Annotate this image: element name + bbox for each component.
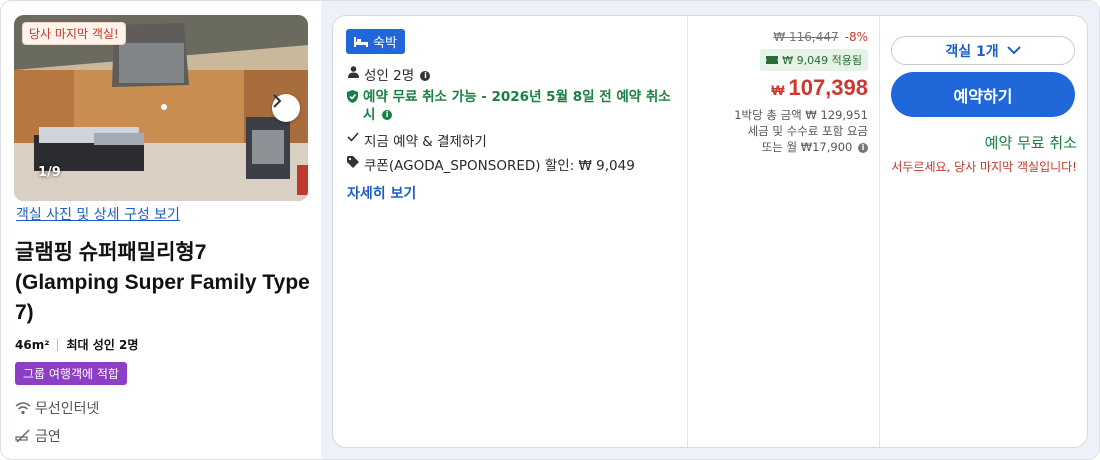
- amenity-no-smoking: 금연: [15, 426, 61, 446]
- coupon-applied-text: ₩ 9,049 적용됨: [782, 54, 862, 67]
- offer-pay-now: 지금 예약 & 결제하기: [347, 130, 487, 150]
- info-icon[interactable]: i: [858, 142, 868, 153]
- price-column: ₩ 116,447 -8% ₩ 9,049 적용됨 ₩107,398 1박당 총 …: [688, 16, 880, 447]
- info-icon[interactable]: i: [420, 71, 431, 81]
- final-price: ₩107,398: [771, 75, 868, 101]
- room-photo[interactable]: 당사 마지막 객실! 1/9: [14, 15, 308, 201]
- info-icon[interactable]: i: [382, 110, 393, 120]
- room-size: 46m²: [15, 337, 50, 352]
- chevron-right-icon: [273, 94, 282, 108]
- coupon-text: 쿠폰(AGODA_SPONSORED) 할인: ₩ 9,049: [364, 158, 635, 174]
- room-info-column: 당사 마지막 객실! 1/9 객실 사진 및 상세 구성 보기 글램핑 슈퍼패밀…: [1, 1, 321, 459]
- pay-now-text: 지금 예약 & 결제하기: [364, 134, 487, 150]
- book-button[interactable]: 예약하기: [891, 72, 1075, 117]
- person-icon: [347, 66, 359, 78]
- price-monthly: 또는 월 ₩17,900 i: [688, 139, 868, 155]
- group-travel-tag: 그룹 여행객에 적합: [15, 362, 127, 385]
- guests-label: 성인 2명: [364, 68, 415, 84]
- no-smoking-icon: [15, 429, 30, 443]
- room-count-label: 객실 1개: [945, 43, 999, 60]
- amenity-no-smoking-label: 금연: [35, 429, 61, 445]
- stay-type-label: 숙박: [373, 36, 397, 51]
- coupon-applied-badge: ₩ 9,049 적용됨: [760, 49, 868, 71]
- room-title: 글램핑 슈퍼패밀리형7 (Glamping Super Family Type …: [15, 241, 310, 324]
- photo-counter: 1/9: [38, 165, 61, 180]
- last-room-badge: 당사 마지막 객실!: [22, 22, 126, 45]
- price-monthly-text: 또는 월 ₩17,900: [761, 140, 853, 154]
- original-price-value: ₩ 116,447: [773, 30, 839, 44]
- offer-cancel-policy: 예약 무료 취소 가능 - 2026년 5월 8일 전 예약 취소 시 i: [347, 88, 677, 124]
- amenity-wifi: 무선인터넷: [15, 398, 99, 418]
- meta-divider: [57, 338, 59, 351]
- offer-card: 숙박 성인 2명 i 예약 무료 취소 가능 - 2026년 5월 8일 전 예…: [332, 15, 1088, 448]
- room-max-guests: 최대 성인 2명: [66, 338, 139, 352]
- bed-icon: [354, 36, 368, 47]
- room-meta: 46m² 최대 성인 2명: [15, 336, 138, 353]
- booking-column: 객실 1개 예약하기 예약 무료 취소 서두르세요, 당사 마지막 객실입니다!: [880, 16, 1087, 447]
- room-count-select[interactable]: 객실 1개: [891, 36, 1075, 65]
- tag-icon: [347, 156, 359, 168]
- original-price: ₩ 116,447 -8%: [773, 30, 868, 44]
- check-icon: [347, 132, 359, 142]
- currency-symbol: ₩: [771, 82, 785, 98]
- wifi-icon: [15, 402, 31, 415]
- more-details-link[interactable]: 자세히 보기: [347, 183, 416, 203]
- free-cancel-label: 예약 무료 취소: [984, 134, 1077, 152]
- stay-type-badge: 숙박: [346, 29, 405, 54]
- shield-check-icon: [347, 90, 359, 103]
- next-photo-button[interactable]: [272, 94, 300, 122]
- discount-percent: -8%: [844, 30, 868, 44]
- offer-guests: 성인 2명 i: [347, 64, 431, 84]
- ticket-icon: [766, 56, 779, 64]
- price-note: 1박당 총 금액 ₩ 129,951 세금 및 수수료 포함 요금 또는 월 ₩…: [688, 107, 868, 155]
- room-photos-link[interactable]: 객실 사진 및 상세 구성 보기: [16, 204, 180, 224]
- offer-coupon: 쿠폰(AGODA_SPONSORED) 할인: ₩ 9,049: [347, 154, 635, 174]
- cancel-policy-text: 예약 무료 취소 가능 - 2026년 5월 8일 전 예약 취소 시: [363, 89, 671, 123]
- amenity-wifi-label: 무선인터넷: [35, 401, 100, 417]
- price-tax-note: 세금 및 수수료 포함 요금: [747, 124, 868, 138]
- final-price-value: 107,398: [788, 75, 868, 100]
- room-card: 당사 마지막 객실! 1/9 객실 사진 및 상세 구성 보기 글램핑 슈퍼패밀…: [0, 0, 1100, 460]
- price-per-night: 1박당 총 금액 ₩ 129,951: [734, 108, 868, 122]
- chevron-down-icon: [1006, 46, 1021, 55]
- last-room-warning: 서두르세요, 당사 마지막 객실입니다!: [891, 160, 1077, 174]
